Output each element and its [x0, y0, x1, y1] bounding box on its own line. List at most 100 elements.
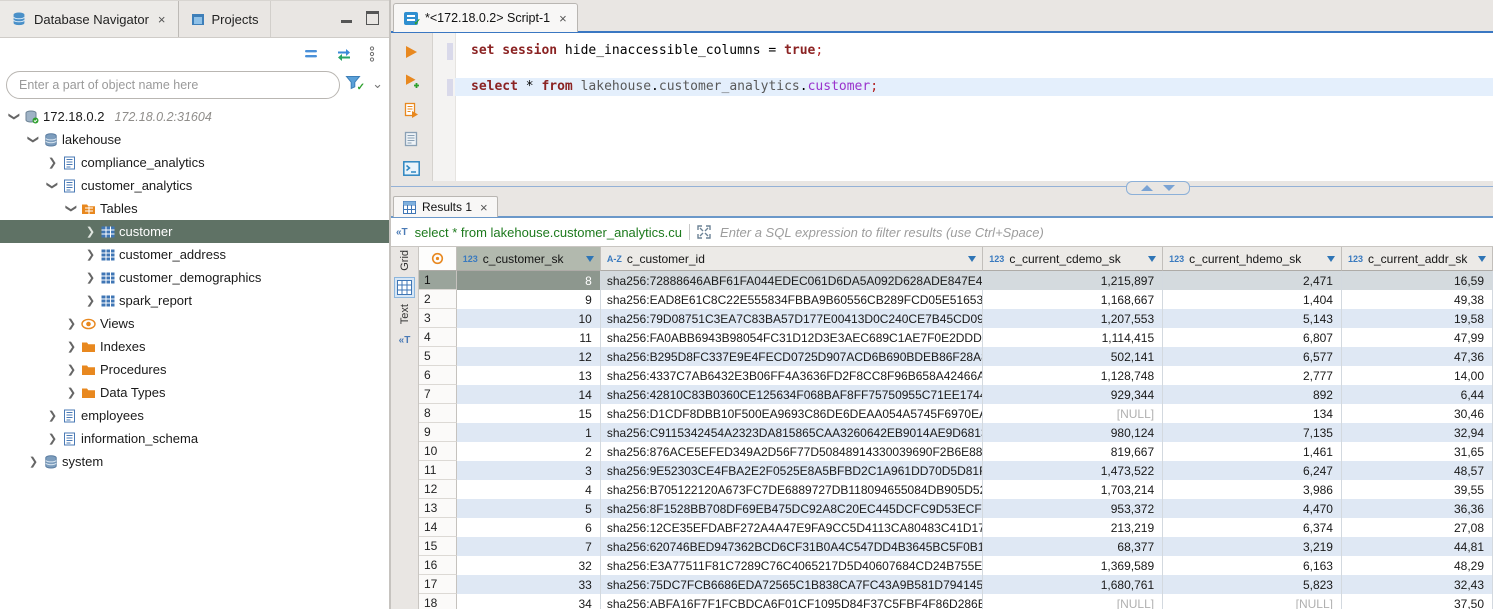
grid-cell[interactable]: sha256:42810C83B0360CE125634F068BAF8FF75… — [601, 385, 983, 404]
tab-sql-script[interactable]: ✓ *<172.18.0.2> Script-1 × — [393, 3, 578, 32]
tree-item-lakehouse[interactable]: ❯lakehouse — [0, 128, 389, 151]
row-number[interactable]: 3 — [419, 309, 457, 328]
grid-cell[interactable]: 10 — [457, 309, 601, 328]
grid-cell[interactable]: 2,471 — [1163, 271, 1342, 290]
tree-item-customer[interactable]: ❯customer — [0, 220, 389, 243]
tree-item-172-18-0-2[interactable]: ❯172.18.0.2172.18.0.2:31604 — [0, 105, 389, 128]
grid-cell[interactable]: 48,29 — [1342, 556, 1493, 575]
row-number[interactable]: 4 — [419, 328, 457, 347]
sql-line[interactable]: set session hide_inaccessible_columns = … — [455, 42, 1493, 60]
grid-cell[interactable]: 7,135 — [1163, 423, 1342, 442]
grid-cell[interactable]: 36,36 — [1342, 499, 1493, 518]
grid-cell[interactable]: 213,219 — [983, 518, 1163, 537]
grid-cell[interactable]: sha256:D1CDF8DBB10F500EA9693C86DE6DEAA05… — [601, 404, 983, 423]
grid-cell[interactable]: 6 — [457, 518, 601, 537]
grid-corner-cell[interactable] — [419, 247, 457, 271]
expanded-arrow-icon[interactable]: ❯ — [65, 200, 78, 217]
collapsed-arrow-icon[interactable]: ❯ — [25, 455, 42, 468]
grid-cell[interactable]: 12 — [457, 347, 601, 366]
grid-cell[interactable]: sha256:79D08751C3EA7C83BA57D177E00413D0C… — [601, 309, 983, 328]
row-number[interactable]: 5 — [419, 347, 457, 366]
grid-cell[interactable]: 49,38 — [1342, 290, 1493, 309]
grid-cell[interactable]: 32,43 — [1342, 575, 1493, 594]
tree-item-customer-address[interactable]: ❯customer_address — [0, 243, 389, 266]
row-number[interactable]: 16 — [419, 556, 457, 575]
column-filter-dropdown-icon[interactable] — [968, 256, 976, 262]
grid-cell[interactable]: 892 — [1163, 385, 1342, 404]
minimize-icon[interactable] — [341, 20, 352, 23]
maximize-icon[interactable] — [366, 11, 379, 25]
grid-cell[interactable]: sha256:ABFA16F7F1FCBDCA6F01CF1095D84F37C… — [601, 594, 983, 609]
column-header-c_customer_sk[interactable]: 123c_customer_sk — [457, 247, 601, 271]
grid-cell[interactable]: 4,470 — [1163, 499, 1342, 518]
grid-cell[interactable]: 37,50 — [1342, 594, 1493, 609]
grid-cell[interactable]: 11 — [457, 328, 601, 347]
collapsed-arrow-icon[interactable]: ❯ — [63, 363, 80, 376]
grid-cell[interactable]: 48,57 — [1342, 461, 1493, 480]
grid-cell[interactable]: 6,807 — [1163, 328, 1342, 347]
tree-item-information-schema[interactable]: ❯information_schema — [0, 427, 389, 450]
grid-cell[interactable]: 6,163 — [1163, 556, 1342, 575]
tab-projects[interactable]: Projects — [179, 1, 272, 37]
tree-item-views[interactable]: ❯Views — [0, 312, 389, 335]
object-filter-input[interactable] — [6, 71, 340, 99]
grid-cell[interactable]: sha256:B295D8FC337E9E4FECD0725D907ACD6B6… — [601, 347, 983, 366]
collapsed-arrow-icon[interactable]: ❯ — [82, 271, 99, 284]
grid-cell[interactable]: 1,168,667 — [983, 290, 1163, 309]
grid-cell[interactable]: 5 — [457, 499, 601, 518]
row-number[interactable]: 1 — [419, 271, 457, 290]
grid-cell[interactable]: 819,667 — [983, 442, 1163, 461]
collapse-all-icon[interactable] — [303, 48, 319, 60]
grid-cell[interactable]: 32 — [457, 556, 601, 575]
row-number[interactable]: 2 — [419, 290, 457, 309]
grid-cell[interactable]: 3 — [457, 461, 601, 480]
tree-item-employees[interactable]: ❯employees — [0, 404, 389, 427]
column-filter-dropdown-icon[interactable] — [1327, 256, 1335, 262]
tab-results-1[interactable]: Results 1 × — [393, 196, 498, 217]
grid-cell[interactable]: sha256:9E52303CE4FBA2E2F0525E8A5BFBD2C1A… — [601, 461, 983, 480]
grid-cell[interactable]: [NULL] — [983, 594, 1163, 609]
expanded-arrow-icon[interactable]: ❯ — [27, 131, 40, 148]
grid-cell[interactable]: sha256:620746BED947362BCD6CF31B0A4C547DD… — [601, 537, 983, 556]
editor-results-splitter[interactable] — [391, 181, 1493, 195]
row-number[interactable]: 14 — [419, 518, 457, 537]
tree-item-data-types[interactable]: ❯Data Types — [0, 381, 389, 404]
tree-item-indexes[interactable]: ❯Indexes — [0, 335, 389, 358]
grid-cell[interactable]: 1,215,897 — [983, 271, 1163, 290]
grid-cell[interactable]: sha256:876ACE5EFED349A2D56F77D5084891433… — [601, 442, 983, 461]
grid-cell[interactable]: 953,372 — [983, 499, 1163, 518]
row-number[interactable]: 7 — [419, 385, 457, 404]
column-filter-dropdown-icon[interactable] — [1148, 256, 1156, 262]
grid-cell[interactable]: 2,777 — [1163, 366, 1342, 385]
grid-cell[interactable]: 1,461 — [1163, 442, 1342, 461]
minimize-results-icon[interactable] — [1163, 185, 1175, 191]
text-presentation-label[interactable]: Text — [399, 304, 411, 324]
sql-code-area[interactable]: set session hide_inaccessible_columns = … — [455, 33, 1493, 190]
grid-cell[interactable]: 14,00 — [1342, 366, 1493, 385]
grid-cell[interactable]: 5,143 — [1163, 309, 1342, 328]
grid-cell[interactable]: 6,247 — [1163, 461, 1342, 480]
collapsed-arrow-icon[interactable]: ❯ — [82, 294, 99, 307]
grid-presentation-label[interactable]: Grid — [399, 250, 411, 271]
row-number[interactable]: 18 — [419, 594, 457, 609]
grid-cell[interactable]: 13 — [457, 366, 601, 385]
selected-cell[interactable]: 8 — [457, 271, 601, 290]
grid-cell[interactable]: 7 — [457, 537, 601, 556]
grid-cell[interactable]: 4 — [457, 480, 601, 499]
maximize-results-icon[interactable] — [1141, 185, 1153, 191]
row-number[interactable]: 6 — [419, 366, 457, 385]
collapsed-arrow-icon[interactable]: ❯ — [63, 386, 80, 399]
grid-cell[interactable]: 27,08 — [1342, 518, 1493, 537]
collapsed-arrow-icon[interactable]: ❯ — [82, 248, 99, 261]
open-sql-console-icon[interactable] — [403, 159, 421, 177]
grid-cell[interactable]: sha256:8F1528BB708DF69EB475DC92A8C20EC44… — [601, 499, 983, 518]
grid-cell[interactable]: sha256:E3A77511F81C7289C76C4065217D5D406… — [601, 556, 983, 575]
grid-cell[interactable]: 1,680,761 — [983, 575, 1163, 594]
grid-cell[interactable]: 3,219 — [1163, 537, 1342, 556]
splitter-collapse-control[interactable] — [1126, 181, 1190, 195]
grid-presentation-icon[interactable] — [394, 277, 415, 298]
collapsed-arrow-icon[interactable]: ❯ — [44, 409, 61, 422]
tree-item-procedures[interactable]: ❯Procedures — [0, 358, 389, 381]
grid-cell[interactable]: 5,823 — [1163, 575, 1342, 594]
column-filter-dropdown-icon[interactable] — [586, 256, 594, 262]
